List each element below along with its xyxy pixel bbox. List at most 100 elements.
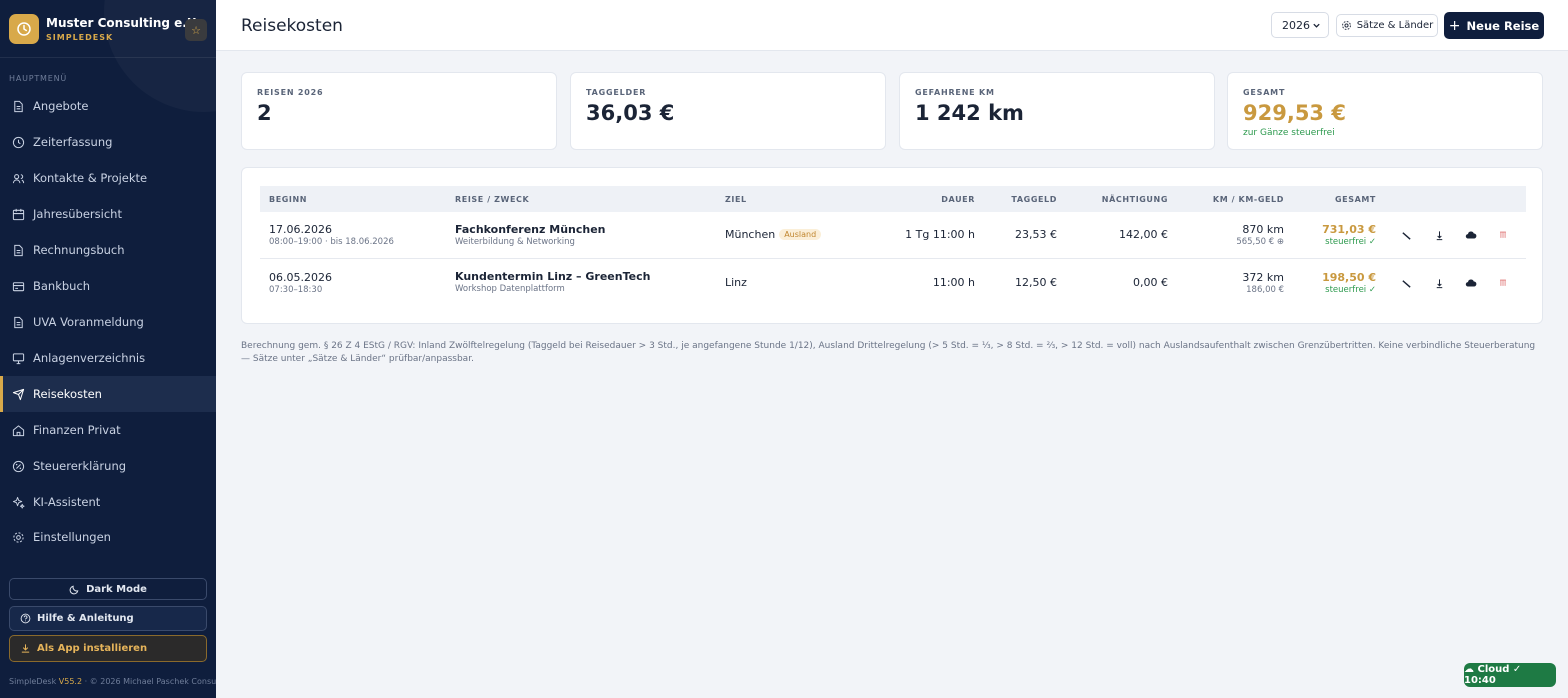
row-time: 07:30–18:30 — [269, 285, 323, 295]
sidebar-item-label: Reisekosten — [33, 387, 102, 401]
brand-subtitle: SIMPLEDESK — [46, 33, 114, 42]
row-title: Fachkonferenz München — [455, 223, 606, 236]
year-select[interactable]: 2026 — [1271, 12, 1329, 38]
gear-icon — [13, 531, 24, 543]
download-icon[interactable] — [1432, 276, 1446, 290]
download-icon — [21, 644, 30, 653]
download-icon[interactable] — [1432, 228, 1446, 242]
sidebar-item-reisekosten[interactable]: Reisekosten — [0, 376, 216, 412]
table-row[interactable]: 17.06.2026 08:00–19:00 · bis 18.06.2026 … — [260, 212, 1526, 259]
destination-name: München — [725, 228, 776, 241]
sidebar-item-label: Steuererklärung — [33, 459, 127, 473]
col-header-start: BEGINN — [269, 195, 308, 204]
install-app-button[interactable]: Als App installieren — [9, 635, 207, 662]
col-header-trip: REISE / ZWECK — [455, 195, 530, 204]
stat-value: 1 242 km — [915, 101, 1024, 125]
sidebar-item-label: Kontakte & Projekte — [33, 171, 148, 185]
sidebar: Muster Consulting e.U SIMPLEDESK ☆ HAUPT… — [0, 0, 216, 698]
page-title: Reisekosten — [241, 16, 343, 36]
stat-label: GEFAHRENE KM — [915, 88, 995, 97]
footer-version: V55.2 — [58, 677, 83, 686]
col-header-dest: ZIEL — [725, 195, 747, 204]
row-tax-status: steuerfrei ✓ — [1325, 285, 1376, 295]
col-header-km: KM / KM-GELD — [1212, 195, 1284, 204]
delete-icon[interactable] — [1496, 276, 1510, 290]
rates-countries-label: Sätze & Länder — [1356, 20, 1434, 31]
row-overnight: 142,00 € — [1119, 228, 1168, 241]
table-header: BEGINN REISE / ZWECK ZIEL DAUER TAGGELD … — [260, 186, 1526, 212]
row-date: 06.05.2026 — [269, 271, 332, 284]
edit-icon[interactable] — [1399, 228, 1413, 242]
new-trip-button[interactable]: + Neue Reise — [1444, 12, 1544, 39]
edit-icon[interactable] — [1399, 276, 1413, 290]
row-km: 870 km — [1242, 223, 1284, 236]
stat-card-per-diem: TAGGELDER 36,03 € — [570, 72, 886, 150]
cloud-upload-icon[interactable] — [1464, 276, 1478, 290]
favorite-star-icon[interactable]: ☆ — [185, 19, 207, 41]
sidebar-item-label: Anlagenverzeichnis — [33, 351, 146, 365]
sidebar-item-kontakte[interactable]: Kontakte & Projekte — [0, 160, 216, 196]
row-km-money: 565,50 € ⊕ — [1236, 237, 1284, 247]
row-total: 731,03 € — [1322, 223, 1376, 236]
sidebar-item-uva[interactable]: UVA Voranmeldung — [0, 304, 216, 340]
stat-label: REISEN 2026 — [257, 88, 324, 97]
sidebar-item-einstellungen[interactable]: Einstellungen — [0, 519, 216, 555]
row-destination: München Ausland — [725, 228, 822, 241]
table-row[interactable]: 06.05.2026 07:30–18:30 Kundentermin Linz… — [260, 260, 1526, 307]
row-tax-status: steuerfrei ✓ — [1325, 237, 1376, 247]
sidebar-item-ki-assistent[interactable]: KI-Assistent — [0, 484, 216, 520]
row-duration: 11:00 h — [932, 276, 975, 289]
users-icon — [12, 173, 25, 183]
new-trip-label: Neue Reise — [1466, 18, 1540, 33]
delete-icon[interactable] — [1496, 228, 1510, 242]
sidebar-item-label: Einstellungen — [33, 530, 111, 544]
plane-icon — [12, 388, 25, 400]
row-title: Kundentermin Linz – GreenTech — [455, 270, 651, 283]
destination-name: Linz — [725, 276, 747, 289]
footer-prefix: SimpleDesk — [9, 677, 57, 686]
trips-table: BEGINN REISE / ZWECK ZIEL DAUER TAGGELD … — [241, 167, 1543, 324]
sidebar-item-jahresuebersicht[interactable]: Jahresübersicht — [0, 196, 216, 232]
rates-countries-button[interactable]: Sätze & Länder — [1336, 14, 1438, 37]
stat-note: zur Gänze steuerfrei — [1243, 128, 1335, 138]
col-header-duration: DAUER — [941, 195, 975, 204]
stat-value: 36,03 € — [586, 101, 675, 125]
cloud-upload-icon[interactable] — [1464, 228, 1478, 242]
row-perdiem: 23,53 € — [1015, 228, 1057, 241]
moon-icon — [69, 585, 79, 594]
plus-icon: + — [1448, 17, 1461, 34]
stat-label: GESAMT — [1243, 88, 1286, 97]
stat-value: 2 — [257, 101, 272, 125]
sidebar-item-label: Angebote — [33, 99, 89, 113]
topbar: Reisekosten 2026 Sätze & Länder + Neue R… — [216, 0, 1568, 51]
calendar-icon — [12, 208, 25, 220]
sidebar-item-zeiterfassung[interactable]: Zeiterfassung — [0, 124, 216, 160]
help-label: Hilfe & Anleitung — [37, 613, 134, 624]
abroad-badge: Ausland — [779, 229, 822, 240]
sidebar-item-label: KI-Assistent — [33, 495, 101, 509]
cloud-sync-status[interactable]: ☁ Cloud ✓ 10:40 — [1464, 663, 1556, 687]
help-circle-icon — [20, 613, 31, 624]
install-label: Als App installieren — [37, 643, 148, 654]
sidebar-item-anlagenverzeichnis[interactable]: Anlagenverzeichnis — [0, 340, 216, 376]
sidebar-item-label: Rechnungsbuch — [33, 243, 125, 257]
year-select-value: 2026 — [1282, 18, 1310, 32]
sidebar-item-finanzen-privat[interactable]: Finanzen Privat — [0, 412, 216, 448]
bank-icon — [12, 281, 25, 291]
sidebar-item-bankbuch[interactable]: Bankbuch — [0, 268, 216, 304]
sidebar-item-angebote[interactable]: Angebote — [0, 88, 216, 124]
sidebar-item-rechnungsbuch[interactable]: Rechnungsbuch — [0, 232, 216, 268]
help-button[interactable]: Hilfe & Anleitung — [9, 606, 207, 631]
sidebar-item-steuererklaerung[interactable]: Steuererklärung — [0, 448, 216, 484]
row-date: 17.06.2026 — [269, 223, 332, 236]
calculation-footnote: Berechnung gem. § 26 Z 4 EStG / RGV: Inl… — [241, 341, 1536, 364]
home-icon — [12, 424, 25, 436]
row-destination: Linz — [725, 276, 747, 289]
footer-suffix: · © 2026 Michael Paschek Consulting — [84, 677, 216, 686]
stat-card-trips: REISEN 2026 2 — [241, 72, 557, 150]
document-icon — [14, 316, 23, 328]
dark-mode-button[interactable]: Dark Mode — [9, 578, 207, 600]
stat-value: 929,53 € — [1243, 101, 1346, 125]
row-overnight: 0,00 € — [1133, 276, 1168, 289]
sidebar-item-label: Zeiterfassung — [33, 135, 113, 149]
